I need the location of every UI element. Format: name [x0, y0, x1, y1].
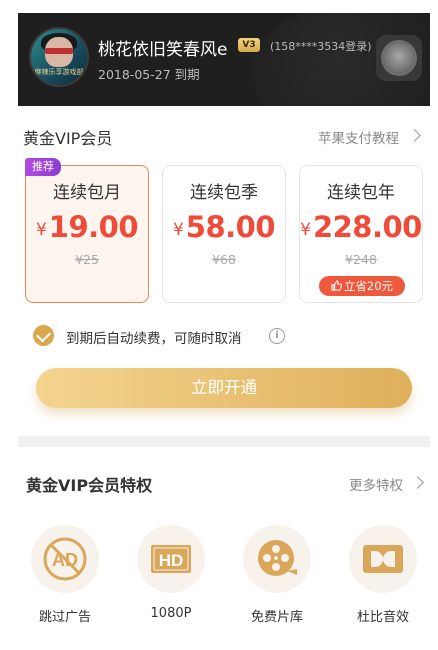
hd-icon: HD [151, 545, 191, 573]
more-privileges-link[interactable]: 更多特权 [349, 474, 403, 494]
plan-price-value: 19.00 [48, 210, 139, 244]
dolby-icon [363, 545, 403, 573]
account-header: 麻辣乐享游戏部 桃花依旧笑春风e V3 (158****3534登录) 2018… [18, 13, 430, 106]
plan-price-value: 228.00 [312, 210, 422, 244]
info-icon[interactable]: i [269, 328, 285, 344]
currency-symbol: ¥ [172, 220, 184, 240]
assistive-touch-icon [384, 43, 414, 73]
thumbs-up-icon [331, 280, 342, 291]
plan-card-quarterly[interactable]: 连续包季 ¥58.00 ¥68 [162, 165, 286, 303]
privilege-dolby[interactable] [349, 525, 417, 593]
currency-symbol: ¥ [35, 220, 47, 240]
privilege-label: 1080P [150, 606, 192, 621]
privilege-label: 免费片库 [250, 610, 303, 625]
plan-card-monthly[interactable]: 推荐 连续包月 ¥19.00 ¥25 [25, 158, 149, 303]
privilege-label: 跳过广告 [38, 610, 91, 625]
vip-level-badge: V3 [238, 38, 260, 52]
film-reel-icon [258, 540, 297, 576]
auto-renew-checkbox[interactable] [33, 325, 54, 346]
privilege-free-library[interactable] [243, 525, 311, 593]
vip-expiry-date: 2018-05-27 到期 [98, 67, 200, 82]
auto-renew-text: 到期后自动续费，可随时取消 [66, 331, 242, 347]
plan-original-price: ¥68 [212, 252, 236, 267]
avatar-headband [45, 48, 73, 54]
plan-name: 连续包季 [190, 183, 258, 203]
membership-title: 黄金VIP会员 [23, 129, 113, 148]
username: 桃花依旧笑春风e [98, 40, 228, 60]
floating-assistive-button[interactable] [376, 35, 422, 81]
chevron-right-icon [408, 129, 421, 142]
privileges-title: 黄金VIP会员特权 [26, 476, 153, 495]
plan-card-yearly[interactable]: 连续包年 ¥228.00 ¥248 立省20元 [299, 165, 423, 303]
save-amount-text: 立省20元 [343, 279, 394, 293]
plan-original-price: ¥25 [75, 252, 99, 267]
login-phone: (158****3534登录) [270, 40, 372, 53]
recommend-tag: 推荐 [25, 158, 61, 176]
checkmark-icon [36, 327, 51, 343]
plan-price: ¥19.00 [26, 210, 148, 244]
currency-symbol: ¥ [300, 220, 311, 240]
plan-original-price: ¥248 [345, 252, 377, 267]
open-now-button[interactable]: 立即开通 [36, 368, 412, 408]
plan-name: 连续包年 [327, 183, 395, 203]
plan-price: ¥228.00 [300, 210, 422, 244]
plan-price-value: 58.00 [185, 210, 276, 244]
avatar-caption: 麻辣乐享游戏部 [34, 68, 84, 76]
privilege-label: 杜比音效 [356, 610, 409, 625]
chevron-right-icon [411, 476, 424, 489]
ad-skip-icon: AD [43, 537, 87, 581]
privilege-skip-ad[interactable]: AD [31, 525, 99, 593]
plan-price: ¥58.00 [163, 210, 285, 244]
apple-pay-tutorial-link[interactable]: 苹果支付教程 [318, 127, 399, 147]
section-divider [18, 436, 430, 447]
privilege-1080p[interactable]: HD [137, 525, 205, 593]
hd-glyph: HD [159, 551, 184, 570]
save-amount-badge: 立省20元 [319, 276, 405, 296]
avatar[interactable]: 麻辣乐享游戏部 [29, 27, 89, 87]
plan-name: 连续包月 [53, 183, 121, 203]
